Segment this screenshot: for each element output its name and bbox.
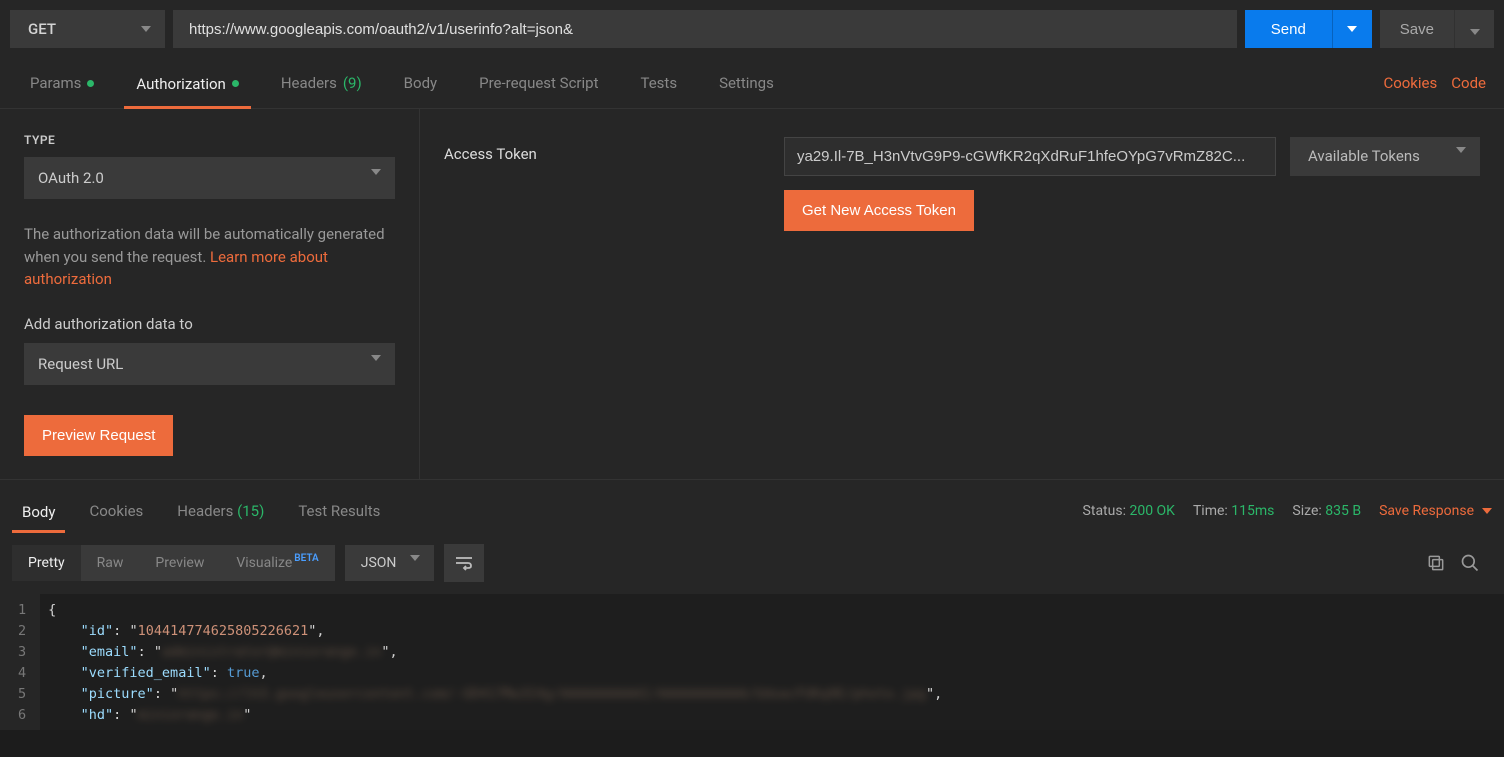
wrap-lines-button[interactable] <box>444 544 484 582</box>
add-data-select[interactable]: Request URL <box>24 343 395 385</box>
save-dropdown[interactable] <box>1454 10 1494 48</box>
vtab-pretty[interactable]: Pretty <box>12 545 81 581</box>
send-button[interactable]: Send <box>1245 10 1332 48</box>
chevron-down-icon <box>141 26 151 32</box>
method-select[interactable]: GET <box>10 10 165 48</box>
tab-headers[interactable]: Headers(9) <box>269 58 374 108</box>
rtab-cookies[interactable]: Cookies <box>79 490 153 532</box>
access-token-label: Access Token <box>444 145 724 451</box>
tab-body[interactable]: Body <box>392 58 449 108</box>
beta-badge: BETA <box>294 553 318 564</box>
access-token-input[interactable] <box>784 137 1276 176</box>
type-label: TYPE <box>24 133 395 147</box>
tab-authorization[interactable]: Authorization <box>124 59 250 109</box>
chevron-down-icon <box>1482 508 1492 514</box>
line-gutter: 123456 <box>0 594 40 730</box>
chevron-down-icon <box>410 555 420 561</box>
code-link[interactable]: Code <box>1451 74 1486 92</box>
response-body: 123456 { "id": "104414774625805226621", … <box>0 594 1504 730</box>
auth-help-text: The authorization data will be automatic… <box>24 223 395 291</box>
search-icon[interactable] <box>1460 553 1480 573</box>
wrap-icon <box>455 555 473 571</box>
indicator-dot-icon <box>87 80 94 87</box>
available-tokens-select[interactable]: Available Tokens <box>1290 137 1480 176</box>
time-label: Time: 115ms <box>1193 503 1274 519</box>
format-select[interactable]: JSON <box>345 545 435 581</box>
chevron-down-icon <box>1456 147 1466 153</box>
add-data-label: Add authorization data to <box>24 315 395 333</box>
auth-type-select[interactable]: OAuth 2.0 <box>24 157 395 199</box>
copy-icon[interactable] <box>1426 553 1446 573</box>
tab-prerequest[interactable]: Pre-request Script <box>467 58 610 108</box>
tab-tests[interactable]: Tests <box>628 58 689 108</box>
tab-settings[interactable]: Settings <box>707 58 786 108</box>
auth-panel: TYPE OAuth 2.0 The authorization data wi… <box>0 109 1504 479</box>
chevron-down-icon <box>1347 26 1357 32</box>
request-tabs: Params Authorization Headers(9) Body Pre… <box>0 58 1504 109</box>
rtab-test-results[interactable]: Test Results <box>288 490 390 532</box>
vtab-preview[interactable]: Preview <box>139 545 220 581</box>
chevron-down-icon <box>371 169 381 175</box>
indicator-dot-icon <box>232 80 239 87</box>
get-new-token-button[interactable]: Get New Access Token <box>784 190 974 231</box>
chevron-down-icon <box>371 355 381 361</box>
preview-request-button[interactable]: Preview Request <box>24 415 173 456</box>
response-tabs: Body Cookies Headers (15) Test Results S… <box>0 479 1504 532</box>
vtab-visualize[interactable]: VisualizeBETA <box>220 545 334 581</box>
send-dropdown[interactable] <box>1332 10 1372 48</box>
code-content[interactable]: { "id": "104414774625805226621", "email"… <box>40 594 950 730</box>
view-controls: Pretty Raw Preview VisualizeBETA JSON <box>0 532 1504 594</box>
tab-params[interactable]: Params <box>18 58 106 108</box>
method-value: GET <box>28 20 56 38</box>
size-label: Size: 835 B <box>1292 503 1361 519</box>
request-bar: GET Send Save <box>0 0 1504 58</box>
rtab-body[interactable]: Body <box>12 491 65 533</box>
url-input[interactable] <box>173 10 1237 48</box>
chevron-down-icon <box>1470 29 1480 35</box>
cookies-link[interactable]: Cookies <box>1383 74 1437 92</box>
save-response-button[interactable]: Save Response <box>1379 503 1492 519</box>
vtab-raw[interactable]: Raw <box>81 545 140 581</box>
status-label: Status: 200 OK <box>1083 503 1175 519</box>
rtab-headers[interactable]: Headers (15) <box>167 490 274 532</box>
save-button[interactable]: Save <box>1380 10 1454 48</box>
